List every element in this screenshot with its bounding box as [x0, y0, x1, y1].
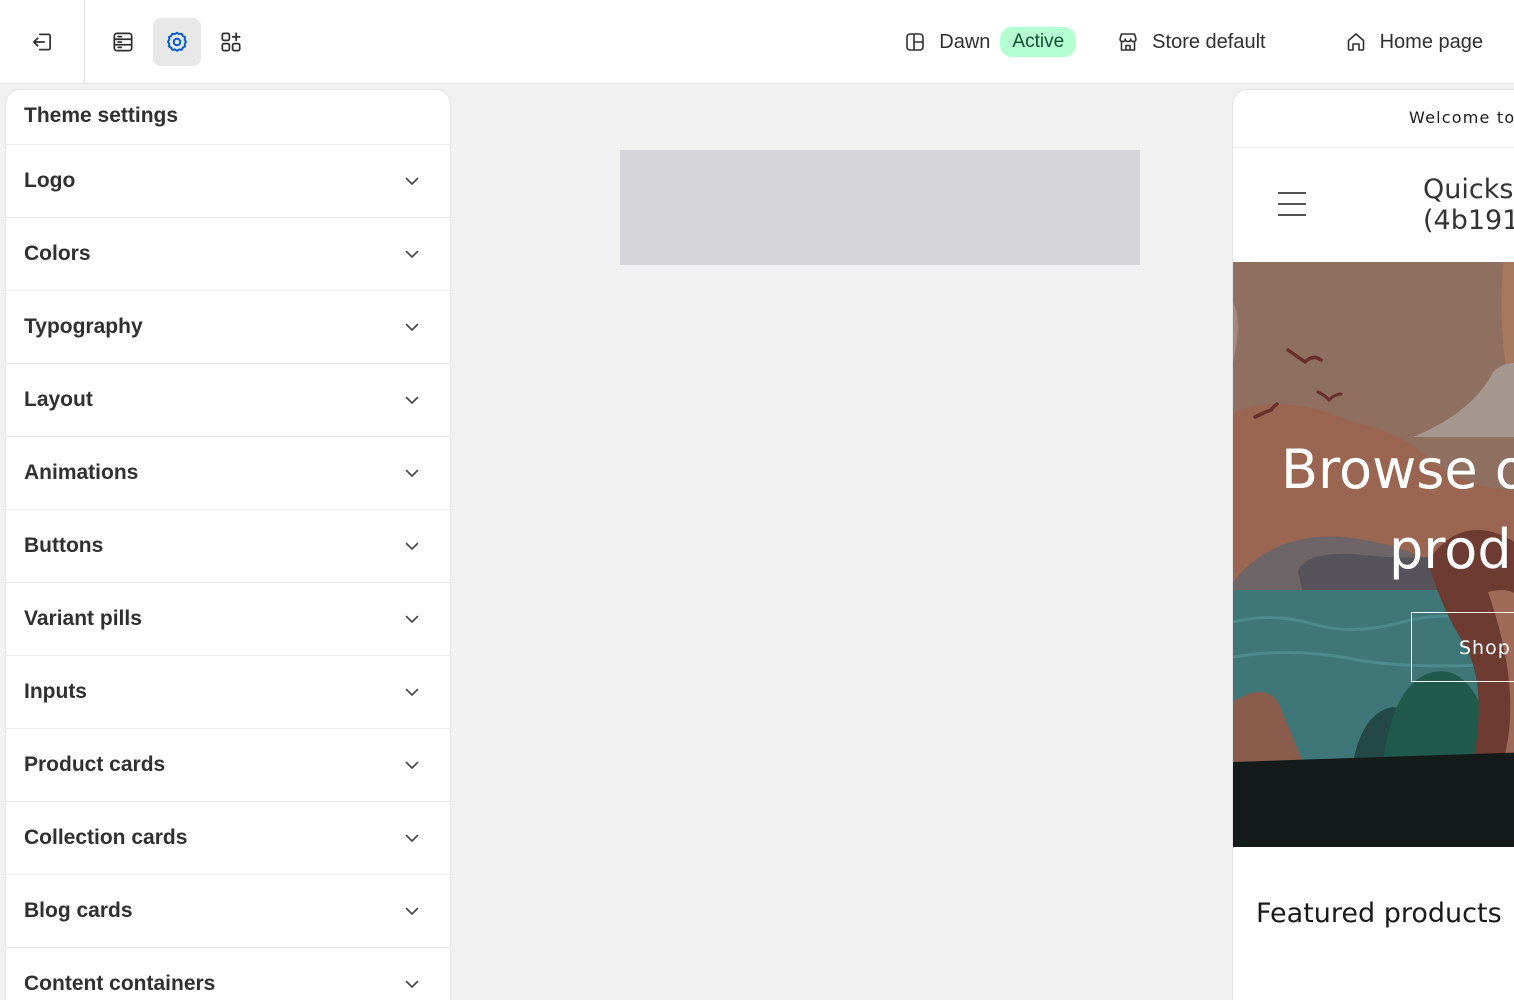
setting-label: Logo — [24, 169, 76, 192]
sections-button[interactable] — [99, 18, 147, 66]
setting-label: Product cards — [24, 753, 166, 776]
theme-settings-panel: Theme settings Logo Colors Typography Layou… — [6, 90, 450, 1000]
store-name-line2: (4b191( — [1423, 205, 1514, 236]
setting-row-layout[interactable]: Layout — [6, 364, 450, 437]
page-selector-label: Home page — [1379, 30, 1483, 53]
setting-label: Inputs — [24, 680, 87, 703]
hero-heading-line2: prod — [1389, 518, 1512, 581]
chevron-down-icon — [405, 177, 419, 185]
sections-icon — [113, 32, 133, 52]
store-context-selector[interactable]: Store default — [1096, 18, 1323, 66]
chevron-down-icon — [405, 834, 419, 842]
page-selector[interactable]: Home page — [1324, 18, 1514, 66]
exit-icon — [33, 33, 51, 51]
exit-zone — [0, 0, 85, 84]
hero-heading: Browse o prod — [1281, 430, 1514, 590]
editor-topbar: Dawn Active Store default Home page — [0, 0, 1514, 84]
store-header: Quicks (4b191( — [1233, 148, 1514, 262]
setting-row-product-cards[interactable]: Product cards — [6, 729, 450, 802]
topbar-right: Dawn Active Store default Home page — [883, 18, 1514, 66]
setting-row-variant-pills[interactable]: Variant pills — [6, 583, 450, 656]
setting-label: Typography — [24, 315, 143, 338]
hero-banner: Browse o prod Shop — [1233, 262, 1514, 847]
chevron-down-icon — [405, 907, 419, 915]
chevron-down-icon — [405, 615, 419, 623]
store-preview: Welcome to Quicks (4b191( — [1233, 90, 1514, 1000]
editor-tool-group — [99, 18, 255, 66]
settings-list: Logo Colors Typography Layout Animations Butt… — [6, 145, 450, 1000]
setting-row-colors[interactable]: Colors — [6, 218, 450, 291]
chevron-down-icon — [405, 542, 419, 550]
app-embeds-button[interactable] — [207, 18, 255, 66]
setting-row-content-containers[interactable]: Content containers — [6, 948, 450, 1000]
setting-label: Content containers — [24, 972, 216, 995]
setting-label: Blog cards — [24, 899, 133, 922]
setting-label: Animations — [24, 461, 139, 484]
home-icon — [1347, 33, 1364, 51]
chevron-down-icon — [405, 396, 419, 404]
chevron-down-icon — [405, 469, 419, 477]
setting-label: Buttons — [24, 534, 104, 557]
theme-settings-button[interactable] — [153, 18, 201, 66]
layout-icon — [906, 33, 925, 51]
setting-row-animations[interactable]: Animations — [6, 437, 450, 510]
setting-row-blog-cards[interactable]: Blog cards — [6, 875, 450, 948]
theme-name: Dawn — [939, 30, 991, 53]
chevron-down-icon — [405, 761, 419, 769]
hero-heading-line1: Browse o — [1281, 438, 1514, 501]
store-name[interactable]: Quicks (4b191( — [1423, 174, 1514, 236]
setting-row-collection-cards[interactable]: Collection cards — [6, 802, 450, 875]
setting-label: Variant pills — [24, 607, 142, 630]
chevron-down-icon — [405, 323, 419, 331]
store-context-label: Store default — [1152, 30, 1266, 53]
panel-title: Theme settings — [6, 90, 450, 145]
store-icon — [1119, 33, 1137, 51]
setting-row-logo[interactable]: Logo — [6, 145, 450, 218]
app-embeds-icon — [221, 32, 241, 52]
theme-settings-gear-icon — [167, 31, 187, 52]
exit-button[interactable] — [18, 18, 66, 66]
loading-placeholder — [620, 150, 1140, 265]
setting-label: Colors — [24, 242, 91, 265]
hamburger-menu-icon[interactable] — [1277, 190, 1307, 220]
chevron-down-icon — [405, 250, 419, 258]
store-name-line1: Quicks — [1423, 174, 1514, 205]
chevron-down-icon — [405, 980, 419, 988]
setting-row-typography[interactable]: Typography — [6, 291, 450, 364]
setting-row-buttons[interactable]: Buttons — [6, 510, 450, 583]
announcement-bar: Welcome to — [1233, 90, 1514, 148]
chevron-down-icon — [405, 688, 419, 696]
setting-label: Layout — [24, 388, 93, 411]
theme-selector[interactable]: Dawn Active — [883, 18, 1096, 66]
setting-label: Collection cards — [24, 826, 188, 849]
featured-products-heading: Featured products — [1256, 898, 1502, 929]
theme-status-badge: Active — [1000, 27, 1077, 57]
hero-shop-button[interactable]: Shop — [1411, 612, 1514, 682]
setting-row-inputs[interactable]: Inputs — [6, 656, 450, 729]
